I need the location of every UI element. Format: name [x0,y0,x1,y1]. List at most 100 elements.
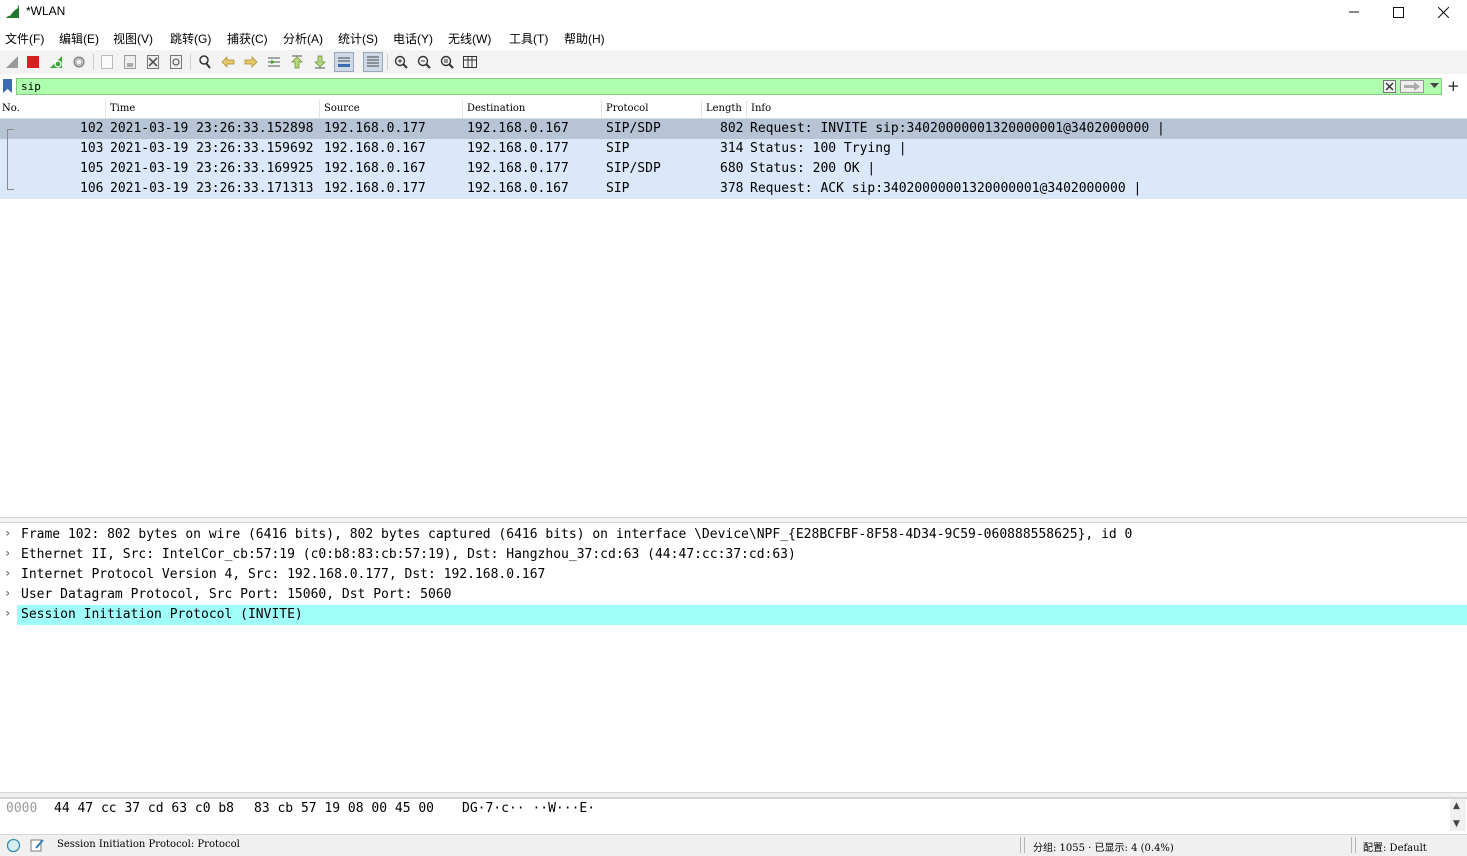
autoscroll-button[interactable] [334,52,354,72]
column-header-source[interactable]: Source [324,103,360,114]
detail-tree-item-selected[interactable]: › Session Initiation Protocol (INVITE) [4,605,1467,625]
column-header-length[interactable]: Length [706,103,742,114]
open-file-button[interactable] [97,52,117,72]
chevron-right-icon[interactable]: › [4,526,11,540]
chevron-right-icon[interactable]: › [4,566,11,580]
last-packet-button[interactable] [310,52,330,72]
display-filter-input[interactable]: sip [16,78,1442,95]
bookmark-icon[interactable] [3,79,12,93]
packet-details[interactable]: › Frame 102: 802 bytes on wire (6416 bit… [0,524,1467,792]
column-header-no[interactable]: No. [2,103,20,114]
main-toolbar [0,50,1467,74]
column-header-protocol[interactable]: Protocol [606,103,648,114]
packet-length: 378 [720,181,744,196]
packet-source: 192.168.0.177 [324,181,426,196]
maximize-button[interactable] [1375,0,1421,24]
scroll-up-icon[interactable]: ▲ [1453,801,1460,811]
packet-no: 102 [80,121,104,136]
detail-tree-item[interactable]: › Ethernet II, Src: IntelCor_cb:57:19 (c… [0,545,1467,565]
expert-info-icon[interactable] [6,838,21,853]
clear-filter-icon[interactable] [1383,80,1396,93]
column-divider[interactable] [746,100,747,118]
menu-file[interactable]: 文件(F) [5,30,44,47]
capture-options-button[interactable] [69,52,89,72]
capture-comment-icon[interactable] [30,838,45,853]
packet-no: 106 [80,181,104,196]
status-divider[interactable] [1351,837,1352,853]
add-filter-button[interactable]: + [1447,77,1460,95]
filter-dropdown-icon[interactable] [1430,83,1439,89]
go-back-button[interactable] [218,52,238,72]
detail-tree-item[interactable]: › User Datagram Protocol, Src Port: 1506… [0,585,1467,605]
status-packet-count: 分组: 1055 · 已显示: 4 (0.4%) [1033,843,1174,854]
zoom-reset-icon [440,55,454,69]
menu-tools[interactable]: 工具(T) [509,30,548,47]
status-field-info: Session Initiation Protocol: Protocol [57,839,240,850]
go-to-packet-button[interactable] [264,52,284,72]
reload-file-button[interactable] [166,52,186,72]
column-divider[interactable] [105,100,106,118]
menu-view[interactable]: 视图(V) [113,30,153,47]
menu-statistics[interactable]: 统计(S) [338,30,378,47]
resize-columns-button[interactable] [460,52,480,72]
close-file-button[interactable] [143,52,163,72]
restart-capture-button[interactable] [46,52,66,72]
zoom-in-button[interactable] [391,52,411,72]
first-packet-button[interactable] [287,52,307,72]
column-header-destination[interactable]: Destination [467,103,525,114]
packet-row[interactable]: 105 2021-03-19 23:26:33.169925 192.168.0… [0,159,1467,179]
find-packet-button[interactable] [195,52,215,72]
packet-list[interactable]: No. Time Source Destination Protocol Len… [0,100,1467,516]
menu-bar: 文件(F) 编辑(E) 视图(V) 跳转(G) 捕获(C) 分析(A) 统计(S… [0,28,1467,48]
column-header-info[interactable]: Info [751,103,771,114]
detail-tree-item[interactable]: › Internet Protocol Version 4, Src: 192.… [0,565,1467,585]
column-divider[interactable] [601,100,602,118]
packet-time: 2021-03-19 23:26:33.159692 [110,141,314,156]
status-divider[interactable] [1020,837,1021,853]
window-title: *WLAN [26,4,66,18]
scroll-down-icon[interactable]: ▼ [1453,819,1460,829]
packet-row[interactable]: 102 2021-03-19 23:26:33.152898 192.168.0… [0,119,1467,139]
colorize-icon [367,56,379,67]
chevron-right-icon[interactable]: › [4,546,11,560]
stop-capture-button[interactable] [23,52,43,72]
go-forward-button[interactable] [241,52,261,72]
arrow-right-icon [244,56,258,68]
pane-splitter[interactable] [0,517,1467,523]
related-packets-tick [7,189,14,190]
detail-text: Ethernet II, Src: IntelCor_cb:57:19 (c0:… [21,547,796,562]
menu-edit[interactable]: 编辑(E) [59,30,99,47]
chevron-right-icon[interactable]: › [4,606,11,620]
menu-analyze[interactable]: 分析(A) [283,30,323,47]
wireshark-icon [6,5,19,18]
menu-go[interactable]: 跳转(G) [170,30,211,47]
status-divider[interactable] [1355,837,1356,853]
menu-telephony[interactable]: 电话(Y) [393,30,433,47]
zoom-out-button[interactable] [414,52,434,72]
chevron-right-icon[interactable]: › [4,586,11,600]
apply-filter-icon[interactable] [1400,80,1424,93]
minimize-icon [1349,11,1359,13]
minimize-button[interactable] [1331,0,1377,24]
close-button[interactable] [1420,0,1466,24]
save-file-button[interactable] [120,52,140,72]
menu-help[interactable]: 帮助(H) [564,30,605,47]
menu-wireless[interactable]: 无线(W) [448,30,491,47]
detail-tree-item[interactable]: › Frame 102: 802 bytes on wire (6416 bit… [0,525,1467,545]
column-divider[interactable] [701,100,702,118]
column-divider[interactable] [319,100,320,118]
close-file-icon [147,55,159,69]
packet-row[interactable]: 106 2021-03-19 23:26:33.171313 192.168.0… [0,179,1467,199]
colorize-button[interactable] [363,52,383,72]
start-capture-button[interactable] [2,52,22,72]
search-icon [199,55,211,69]
column-divider[interactable] [462,100,463,118]
menu-capture[interactable]: 捕获(C) [227,30,268,47]
packet-bytes[interactable]: 0000 44 47 cc 37 cd 63 c0 b8 83 cb 57 19… [0,798,1467,833]
status-profile[interactable]: 配置: Default [1363,839,1427,854]
normal-size-button[interactable] [437,52,457,72]
bytes-scrollbar[interactable]: ▲ ▼ [1450,799,1466,831]
packet-row[interactable]: 103 2021-03-19 23:26:33.159692 192.168.0… [0,139,1467,159]
status-divider[interactable] [1024,837,1025,853]
column-header-time[interactable]: Time [110,103,135,114]
